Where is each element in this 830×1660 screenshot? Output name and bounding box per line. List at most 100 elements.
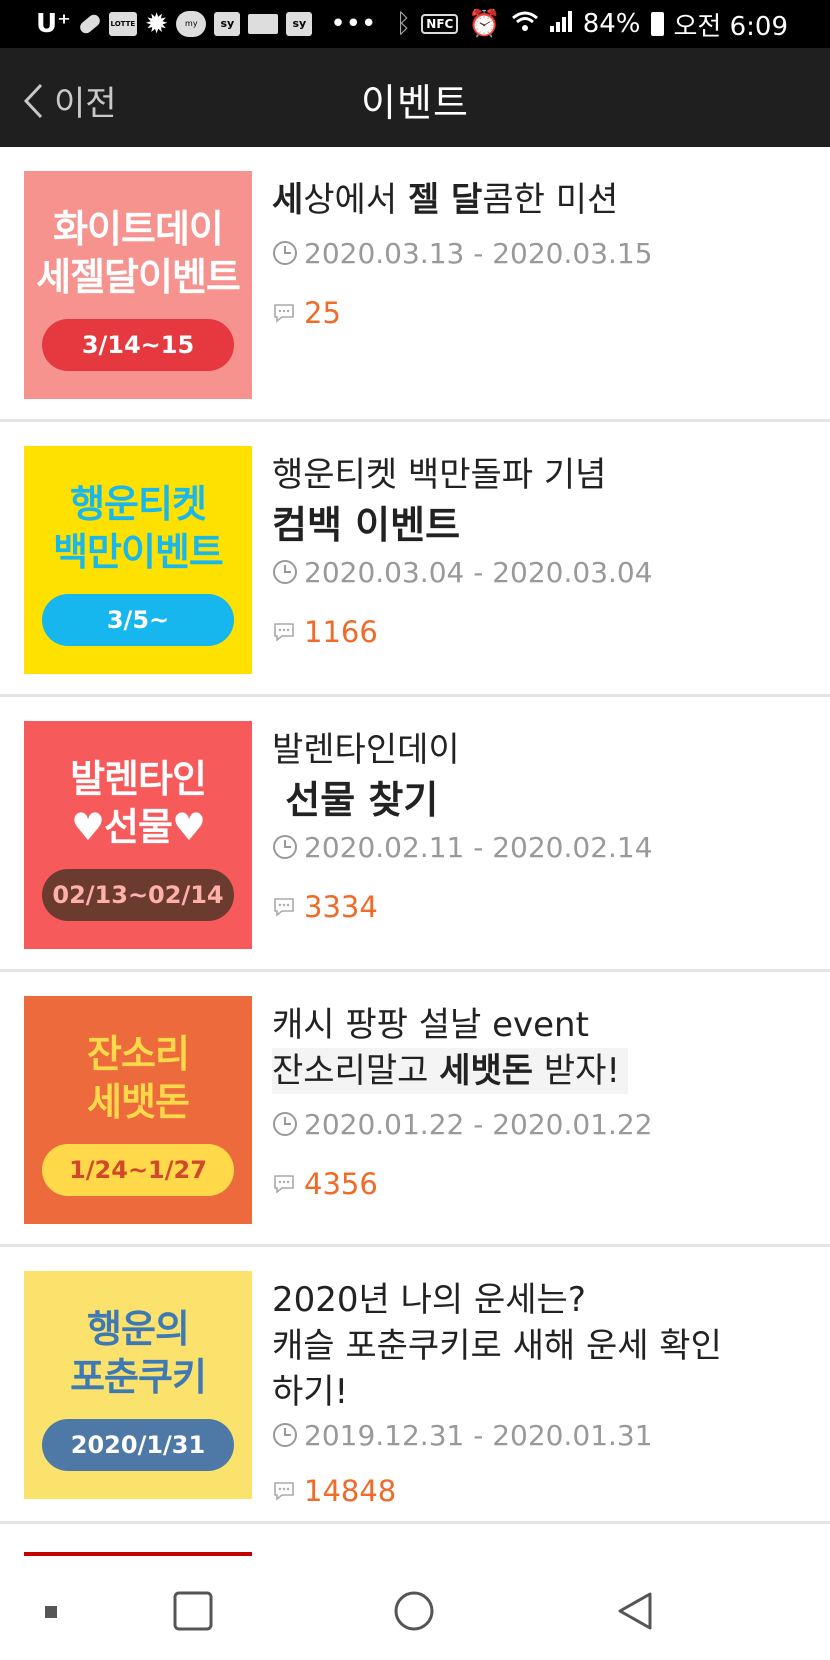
comment-count-row: 4356 <box>272 1164 810 1204</box>
title-accent: 세뱃돈 <box>439 1051 534 1091</box>
event-thumbnail: 화이트데이 세젤달이벤트 3/14~15 <box>24 171 252 399</box>
comment-count-row: 3334 <box>272 887 810 927</box>
card-icon <box>248 14 279 34</box>
event-title-line1: 발렌타인데이 <box>272 730 460 770</box>
thumb-date-pill: 3/5~ <box>42 594 234 646</box>
title-accent-2: 젤 달 <box>407 180 483 220</box>
comment-count: 4356 <box>304 1167 378 1201</box>
event-item[interactable]: 행운의 포춘쿠키 2020/1/31 2020년 나의 운세는? 캐슬 포춘쿠키… <box>0 1247 830 1524</box>
event-info: 세상에서 젤 달콤한 미션 2020.03.13 - 2020.03.15 25 <box>272 177 810 333</box>
pill-icon <box>77 12 103 36</box>
system-nav-bar <box>0 1560 830 1660</box>
event-title-line2: 잔소리말고 세뱃돈 받자! <box>272 1048 629 1094</box>
battery-icon <box>650 12 664 36</box>
square-icon[interactable] <box>172 1590 214 1636</box>
thumb-date-pill: 3/14~15 <box>42 319 234 371</box>
back-triangle-icon[interactable] <box>614 1590 656 1636</box>
event-period: 2019.12.31 - 2020.01.31 <box>272 1415 810 1455</box>
comment-count-row: 1166 <box>272 612 810 652</box>
status-bar: U⁺ LOTTE ✹ my sy sy ••• ᛒ NFC ⏰ 84% 오전 6… <box>0 0 830 48</box>
comment-count: 25 <box>304 296 341 330</box>
next-item-peek <box>24 1552 252 1556</box>
thumb-line1: 행운의 <box>87 1307 190 1351</box>
lotte-icon: LOTTE <box>108 12 137 36</box>
status-left: U⁺ LOTTE ✹ my sy sy ••• <box>0 9 376 39</box>
event-title-line3: 하기! <box>272 1372 349 1412</box>
thumb-line2: 백만이벤트 <box>53 530 224 574</box>
event-thumbnail: 행운의 포춘쿠키 2020/1/31 <box>24 1271 252 1499</box>
event-list: 화이트데이 세젤달이벤트 3/14~15 세상에서 젤 달콤한 미션 2020.… <box>0 147 830 1524</box>
comment-bubble-icon <box>274 1482 294 1501</box>
comment-bubble-icon <box>274 1175 294 1194</box>
clock-icon <box>273 560 297 584</box>
event-date: 2019.12.31 - 2020.01.31 <box>304 1418 653 1452</box>
thumb-line2: 포춘쿠키 <box>70 1355 207 1399</box>
more-notifications-icon: ••• <box>330 9 377 39</box>
event-title-line1: 행운티켓 백만돌파 기념 <box>272 455 607 495</box>
event-info: 캐시 팡팡 설날 event 잔소리말고 세뱃돈 받자! 2020.01.22 … <box>272 1002 810 1204</box>
comment-count-row: 14848 <box>272 1471 810 1511</box>
comment-bubble-icon <box>274 304 294 323</box>
comment-bubble-icon <box>274 898 294 917</box>
clock-icon <box>273 241 297 265</box>
event-title-line2: 컴백 이벤트 <box>272 503 461 547</box>
gear-notification-icon: ✹ <box>144 7 169 40</box>
sy-icon-2: sy <box>286 12 313 36</box>
nfc-icon: NFC <box>421 14 459 34</box>
carrier-label: U⁺ <box>36 9 71 39</box>
event-date: 2020.01.22 - 2020.01.22 <box>304 1107 653 1141</box>
event-item[interactable]: 화이트데이 세젤달이벤트 3/14~15 세상에서 젤 달콤한 미션 2020.… <box>0 147 830 422</box>
homeplus-icon: my <box>176 11 207 37</box>
event-item[interactable]: 행운티켓 백만이벤트 3/5~ 행운티켓 백만돌파 기념 컴백 이벤트 2020… <box>0 422 830 697</box>
comment-count: 1166 <box>304 615 378 649</box>
alarm-icon: ⏰ <box>468 9 501 39</box>
thumb-date-pill: 02/13~02/14 <box>42 869 234 921</box>
event-period: 2020.01.22 - 2020.01.22 <box>272 1104 810 1144</box>
event-title-line1: 캐시 팡팡 설날 event <box>272 1005 589 1045</box>
comment-count-row: 25 <box>272 293 810 333</box>
app-header: 이전 이벤트 <box>0 48 830 147</box>
thumb-line1: 잔소리 <box>87 1032 190 1076</box>
home-circle-icon[interactable] <box>393 1590 435 1636</box>
event-thumbnail: 발렌타인 ♥선물♥ 02/13~02/14 <box>24 721 252 949</box>
thumb-line2: 세뱃돈 <box>87 1080 190 1124</box>
bluetooth-icon: ᛒ <box>395 9 412 39</box>
thumb-line2: ♥선물♥ <box>70 805 206 849</box>
clock-icon <box>273 1112 297 1136</box>
event-thumbnail: 잔소리 세뱃돈 1/24~1/27 <box>24 996 252 1224</box>
comment-bubble-icon <box>274 623 294 642</box>
clock: 오전 6:09 <box>673 11 789 42</box>
event-title-line1: 2020년 나의 운세는? <box>272 1280 586 1320</box>
signal-icon <box>549 9 573 39</box>
event-title: 세상에서 젤 달콤한 미션 <box>272 177 810 223</box>
event-item[interactable]: 발렌타인 ♥선물♥ 02/13~02/14 발렌타인데이 선물 찾기 2020.… <box>0 697 830 972</box>
sy-icon: sy <box>214 12 241 36</box>
title-accent-1: 세 <box>272 180 304 220</box>
recent-dot-icon[interactable] <box>44 1604 58 1623</box>
event-thumbnail: 행운티켓 백만이벤트 3/5~ <box>24 446 252 674</box>
clock-icon <box>273 835 297 859</box>
event-period: 2020.02.11 - 2020.02.14 <box>272 827 810 867</box>
title-normal-1: 상에서 <box>303 180 408 220</box>
event-title-line2: 선물 찾기 <box>272 778 439 822</box>
event-info: 2020년 나의 운세는? 캐슬 포춘쿠키로 새해 운세 확인 하기! 2019… <box>272 1277 810 1511</box>
event-title-line2: 캐슬 포춘쿠키로 새해 운세 확인 <box>272 1326 722 1366</box>
status-right: ᛒ NFC ⏰ 84% 오전 6:09 <box>396 6 788 43</box>
thumb-line1: 발렌타인 <box>70 757 207 801</box>
title-part-1: 잔소리말고 <box>272 1051 440 1091</box>
comment-count: 3334 <box>304 890 378 924</box>
clock-icon <box>273 1423 297 1447</box>
thumb-line2: 세젤달이벤트 <box>36 255 241 299</box>
event-date: 2020.03.04 - 2020.03.04 <box>304 555 653 589</box>
event-period: 2020.03.04 - 2020.03.04 <box>272 552 810 592</box>
wifi-icon <box>511 9 539 39</box>
title-normal-2: 콤한 미션 <box>482 180 619 220</box>
event-date: 2020.02.11 - 2020.02.14 <box>304 830 653 864</box>
event-period: 2020.03.13 - 2020.03.15 <box>272 233 810 273</box>
title-part-2: 받자! <box>533 1051 621 1091</box>
thumb-date-pill: 2020/1/31 <box>42 1419 234 1471</box>
event-item[interactable]: 잔소리 세뱃돈 1/24~1/27 캐시 팡팡 설날 event 잔소리말고 세… <box>0 972 830 1247</box>
thumb-date-pill: 1/24~1/27 <box>42 1144 234 1196</box>
event-info: 행운티켓 백만돌파 기념 컴백 이벤트 2020.03.04 - 2020.03… <box>272 452 810 652</box>
thumb-line1: 화이트데이 <box>53 207 224 251</box>
